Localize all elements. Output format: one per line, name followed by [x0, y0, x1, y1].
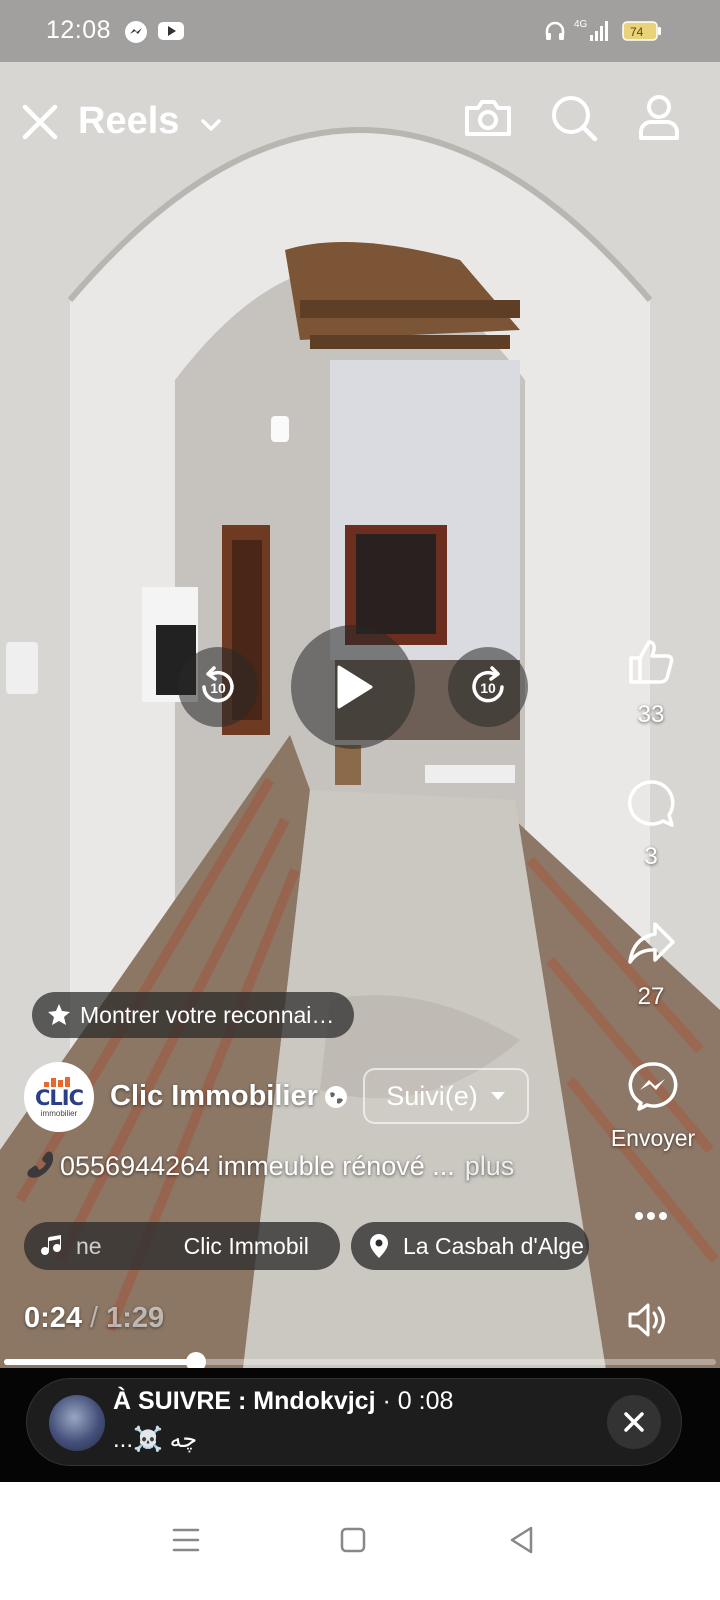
play-icon: [337, 665, 373, 709]
volume-icon: [628, 1303, 665, 1337]
progress-fill: [4, 1359, 197, 1365]
caption-text: 0556944264 immeuble rénové ...: [60, 1150, 455, 1181]
author-row: CLIC immobilier Clic Immobilier Suivi(e): [24, 1062, 544, 1134]
music-chip[interactable]: ne Clic Immobil: [24, 1222, 340, 1270]
location-pin-icon: [370, 1234, 388, 1258]
send-label: Envoyer: [610, 1125, 696, 1151]
reel-caption[interactable]: 0556944264 immeuble rénové ... plus: [22, 1148, 514, 1184]
close-icon: [22, 104, 58, 140]
svg-text:4G: 4G: [574, 19, 588, 30]
share-count: 27: [637, 983, 665, 1010]
search-icon: [552, 96, 598, 142]
messenger-notification-icon: [124, 20, 148, 49]
up-next-title: À SUIVRE : Mndokvjcj · 0 :08: [113, 1387, 453, 1416]
phone-handset-icon: [27, 1151, 54, 1178]
rewind-10-button[interactable]: 10: [178, 647, 258, 727]
music-artist: Clic Immobil: [183, 1232, 309, 1259]
person-icon: [639, 95, 679, 140]
send-action: Envoyer: [605, 1060, 701, 1152]
comment-action: 3: [611, 778, 691, 871]
close-icon: [624, 1412, 644, 1432]
svg-text:10: 10: [480, 680, 496, 696]
avatar-logo-subtext: immobilier: [40, 1108, 78, 1118]
playback-time: 0:24/1:29: [24, 1302, 164, 1335]
camera-icon: [465, 100, 511, 136]
avatar-logo-text: CLIC: [34, 1085, 84, 1110]
video-progress-bar[interactable]: [4, 1352, 716, 1372]
close-reels-button[interactable]: [18, 100, 62, 144]
author-avatar[interactable]: CLIC immobilier: [24, 1062, 94, 1132]
avatar-logo-bars: [44, 1076, 74, 1087]
svg-text:10: 10: [210, 680, 226, 696]
messenger-icon: [628, 1062, 678, 1111]
share-button[interactable]: [611, 918, 691, 975]
music-scroll-text: ne: [76, 1232, 102, 1259]
reels-header: Reels: [0, 62, 720, 182]
back-triangle-icon: [510, 1526, 533, 1554]
up-next-card[interactable]: À SUIVRE : Mndokvjcj · 0 :08 ...☠️ چه: [26, 1378, 682, 1466]
like-count: 33: [637, 701, 665, 728]
up-next-duration: · 0 :08: [382, 1387, 454, 1415]
chevron-down-icon[interactable]: [198, 112, 224, 138]
signal-4g-icon: 4G: [574, 17, 610, 48]
svg-text:74: 74: [630, 25, 644, 39]
rewind-10-icon: 10: [202, 666, 234, 703]
back-button[interactable]: [502, 1520, 542, 1560]
comment-count: 3: [644, 843, 658, 870]
music-note-icon: [41, 1235, 61, 1255]
like-action: 33: [611, 636, 691, 729]
page-title[interactable]: Reels: [78, 100, 179, 143]
current-time: 0:24: [24, 1302, 83, 1334]
dismiss-up-next-button[interactable]: [607, 1395, 661, 1449]
author-name[interactable]: Clic Immobilier: [110, 1080, 318, 1113]
location-label: La Casbah d'Alge: [403, 1232, 584, 1259]
volume-button[interactable]: [626, 1300, 670, 1340]
send-messenger-button[interactable]: [605, 1060, 701, 1117]
system-navigation-bar: [0, 1482, 720, 1600]
recognition-label: Montrer votre reconnai…: [80, 1001, 335, 1028]
follow-label: Suivi(e): [386, 1080, 478, 1111]
total-duration: 1:29: [106, 1302, 165, 1334]
up-next-subtitle: ...☠️ چه: [113, 1426, 198, 1453]
menu-lines-icon: [172, 1528, 200, 1552]
search-button[interactable]: [548, 92, 600, 144]
more-options-button[interactable]: [611, 1206, 691, 1242]
headphones-icon: [544, 20, 566, 47]
profile-button[interactable]: [633, 92, 685, 144]
more-horizontal-icon: [635, 1212, 667, 1220]
share-arrow-icon: [628, 922, 675, 964]
play-button[interactable]: [291, 625, 415, 749]
follow-status-button[interactable]: Suivi(e): [363, 1068, 529, 1124]
up-next-label: À SUIVRE : Mndokvjcj: [113, 1387, 376, 1415]
caret-down-icon: [490, 1092, 505, 1100]
like-button[interactable]: [611, 636, 691, 693]
caption-more-link[interactable]: plus: [465, 1151, 515, 1182]
youtube-notification-icon: [158, 20, 184, 47]
location-chip[interactable]: La Casbah d'Alge: [351, 1222, 589, 1270]
sparkle-badge-icon: [48, 1004, 70, 1025]
recognition-chip[interactable]: Montrer votre reconnai…: [32, 992, 355, 1038]
recent-apps-button[interactable]: [166, 1520, 206, 1560]
forward-10-icon: 10: [472, 666, 504, 703]
camera-button[interactable]: [462, 92, 514, 144]
thumbs-up-icon: [629, 640, 674, 684]
home-button[interactable]: [333, 1520, 373, 1560]
status-bar: 12:08 4G 74: [0, 0, 720, 62]
status-time: 12:08: [46, 16, 112, 44]
share-action: 27: [611, 918, 691, 1011]
square-home-icon: [340, 1527, 366, 1553]
comment-button[interactable]: [611, 778, 691, 835]
forward-10-button[interactable]: 10: [448, 647, 528, 727]
globe-icon: [324, 1085, 348, 1109]
time-separator: /: [90, 1302, 99, 1334]
comment-bubble-icon: [627, 780, 675, 827]
up-next-avatar: [49, 1395, 105, 1451]
battery-icon: 74: [622, 20, 662, 47]
